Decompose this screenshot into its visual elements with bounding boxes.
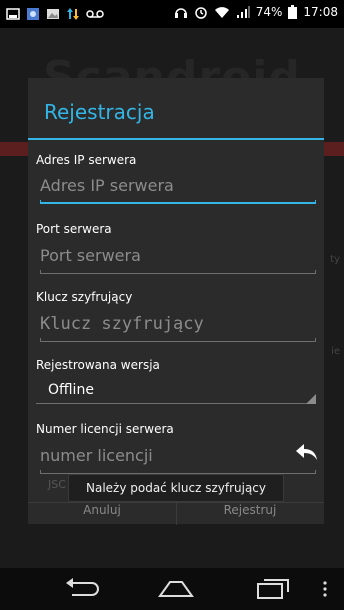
dropdown-triangle-icon [306, 394, 316, 404]
signal-icon [236, 6, 250, 18]
version-spinner[interactable]: Offline [36, 378, 316, 404]
title-divider [28, 138, 324, 140]
gallery-icon [27, 8, 39, 20]
battery-percent: 74% [255, 5, 283, 19]
encryption-key-placeholder: Klucz szyfrujący [40, 314, 204, 334]
server-ip-placeholder: Adres IP serwera [40, 176, 174, 195]
recent-apps-icon[interactable] [252, 576, 292, 602]
screenshot-icon [6, 8, 20, 20]
voicemail-icon [86, 10, 104, 18]
server-port-placeholder: Port serwera [40, 246, 141, 265]
alarm-icon [194, 7, 207, 19]
toast-message: Należy podać klucz szyfrujący [68, 474, 284, 502]
cancel-button[interactable]: Anuluj [28, 503, 176, 525]
back-icon[interactable] [62, 576, 102, 602]
server-ip-label: Adres IP serwera [36, 153, 137, 167]
version-label: Rejestrowana wersja [36, 358, 160, 372]
dialog-title: Rejestracja [44, 100, 155, 124]
headphones-icon [174, 8, 187, 18]
server-port-label: Port serwera [36, 222, 112, 236]
encryption-key-label: Klucz szyfrujący [36, 290, 133, 304]
registration-dialog: Rejestracja Adres IP serwera Adres IP se… [28, 78, 324, 525]
server-ip-field[interactable]: Adres IP serwera [40, 176, 316, 204]
license-field[interactable]: numer licencji [40, 446, 316, 474]
app-side-text: ie [331, 346, 340, 357]
spinner-underline [36, 403, 316, 404]
version-selected: Offline [48, 382, 94, 398]
encryption-key-field[interactable]: Klucz szyfrujący [40, 314, 316, 342]
license-placeholder: numer licencji [40, 446, 153, 465]
server-port-field[interactable]: Port serwera [40, 246, 316, 274]
hint-text: JSC [48, 478, 66, 491]
field-underline [40, 338, 316, 342]
navigation-bar [0, 568, 344, 610]
wifi-icon [214, 7, 229, 18]
register-button[interactable]: Rejestruj [176, 503, 324, 525]
status-bar: 74% 17:08 [0, 0, 344, 28]
back-arrow-icon[interactable] [294, 442, 320, 462]
data-transfer-icon [67, 8, 79, 20]
battery-icon [288, 5, 298, 19]
home-icon[interactable] [156, 576, 196, 602]
menu-icon[interactable] [318, 576, 332, 602]
license-label: Numer licencji serwera [36, 422, 174, 436]
image-icon [47, 9, 59, 19]
clock: 17:08 [303, 5, 338, 19]
field-underline [40, 270, 316, 274]
field-underline [40, 200, 316, 204]
app-side-text: ty [330, 254, 340, 265]
status-right: 74% 17:08 [174, 5, 338, 19]
dialog-button-bar: Anuluj Rejestruj [28, 502, 324, 525]
